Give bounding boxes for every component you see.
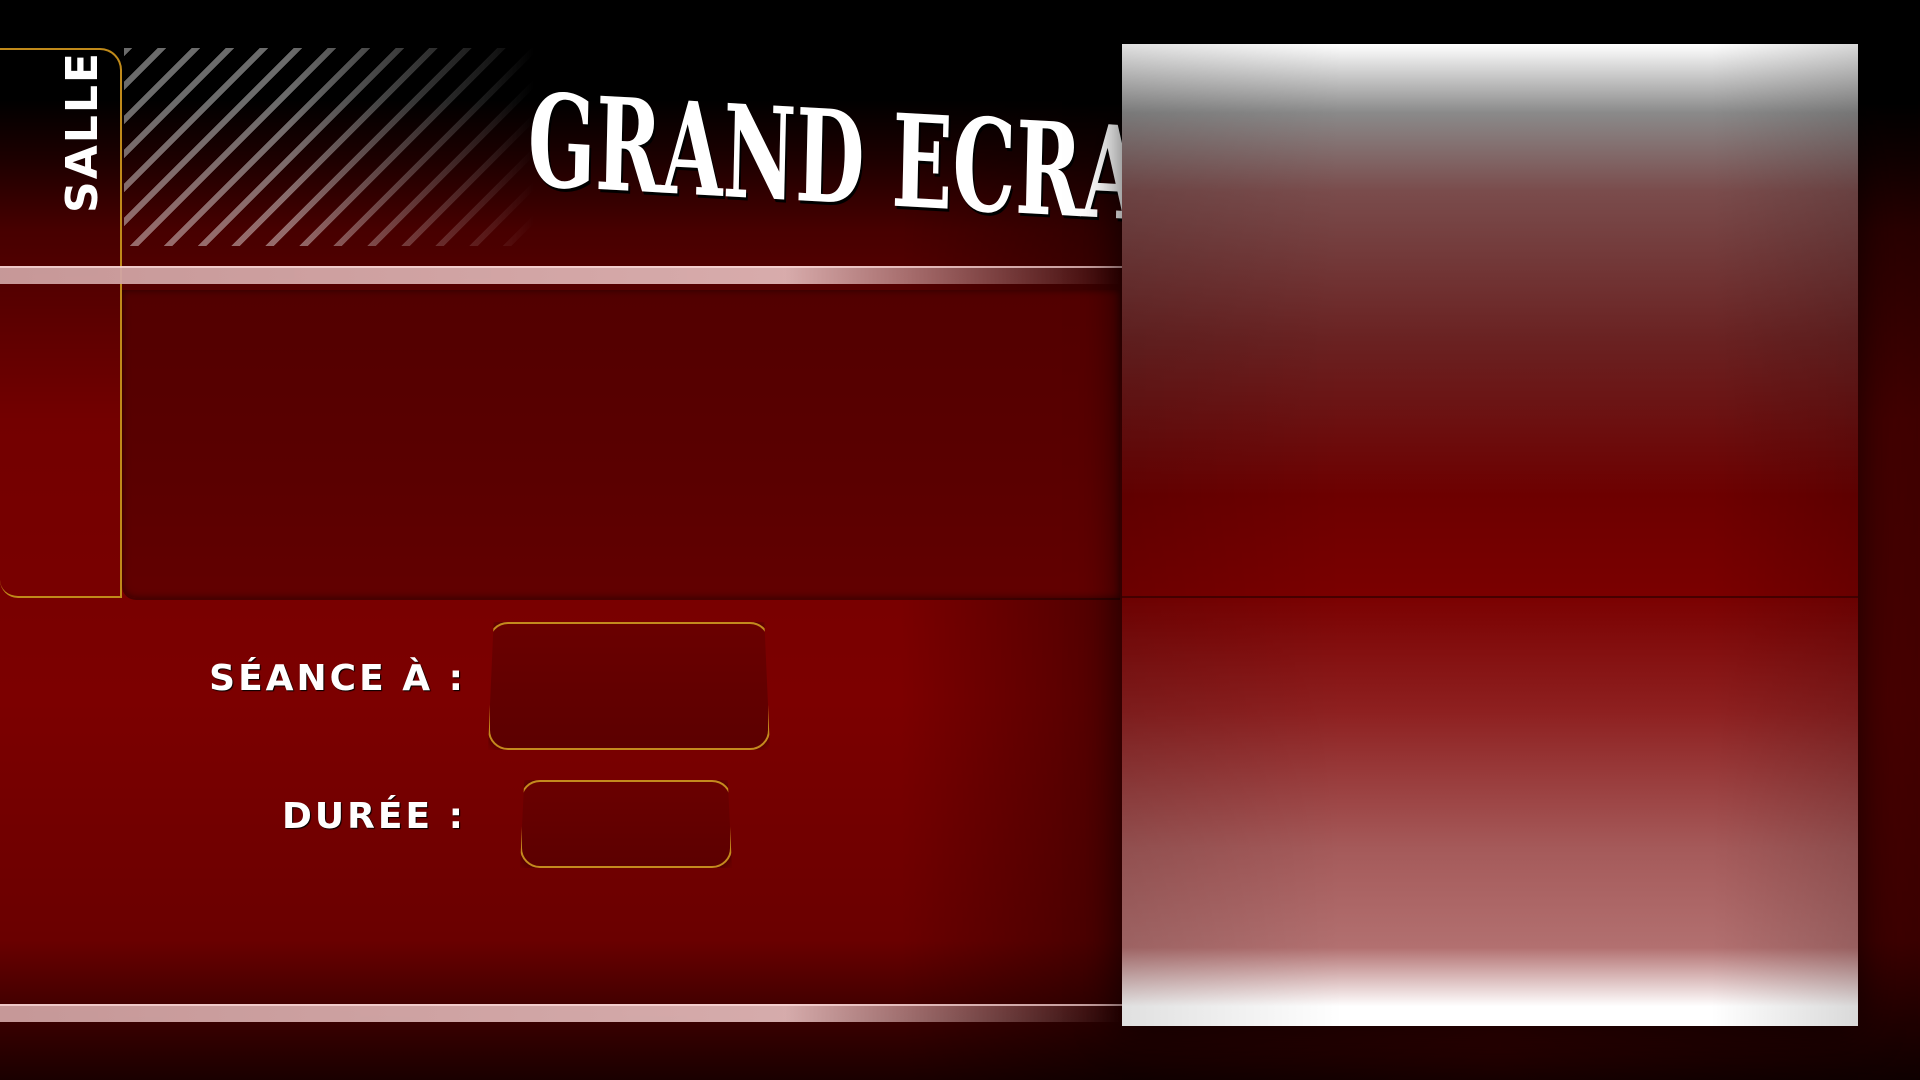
page-title: GRAND ECRAN	[526, 66, 1218, 255]
showtime-field	[488, 622, 770, 750]
poster-screen-shade	[1122, 44, 1858, 1026]
duration-label: DURÉE :	[282, 796, 466, 837]
top-divider-bar	[0, 266, 1122, 284]
diagonal-stripes-decoration	[124, 48, 534, 246]
showtime-label: SÉANCE À :	[209, 658, 466, 699]
bottom-divider-bar	[0, 1004, 1122, 1022]
room-content-panel	[122, 290, 1120, 598]
poster-screen	[1122, 44, 1858, 1026]
room-label: SALLE	[57, 51, 108, 213]
duration-field	[520, 780, 732, 868]
poster-screen-divider	[1122, 596, 1858, 598]
